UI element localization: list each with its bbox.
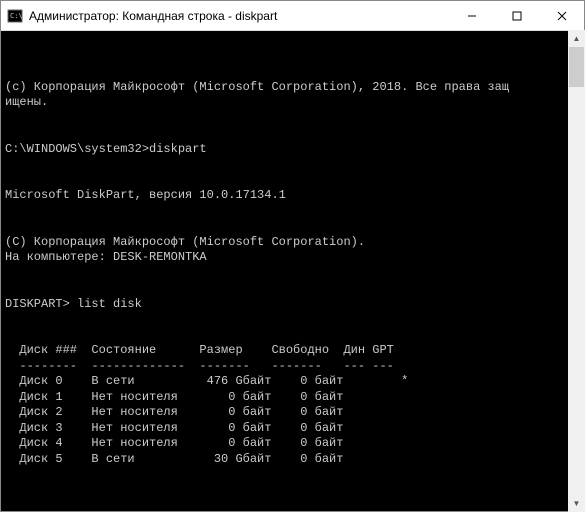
blank-line (5, 266, 567, 282)
terminal-area[interactable]: (c) Корпорация Майкрософт (Microsoft Cor… (1, 31, 584, 511)
window-frame: C:\ Администратор: Командная строка - di… (0, 0, 585, 512)
prompt-line: DISKPART> list disk (5, 297, 142, 311)
prompt: DISKPART> (5, 297, 77, 311)
version-line: Microsoft DiskPart, версия 10.0.17134.1 (5, 188, 286, 202)
svg-text:C:\: C:\ (10, 12, 23, 20)
window-title: Администратор: Командная строка - diskpa… (29, 9, 449, 23)
copyright-line: ищены. (5, 95, 48, 109)
titlebar[interactable]: C:\ Администратор: Командная строка - di… (1, 1, 584, 31)
maximize-button[interactable] (494, 1, 539, 30)
blank-line (5, 157, 567, 173)
blank-line (5, 111, 567, 127)
prompt-line: C:\WINDOWS\system32>diskpart (5, 142, 207, 156)
scroll-up-button[interactable]: ▲ (568, 30, 585, 47)
minimize-button[interactable] (449, 1, 494, 30)
corp-copyright-line: (C) Корпорация Майкрософт (Microsoft Cor… (5, 235, 365, 249)
disk-table: Диск ### Состояние Размер Свободно Дин G… (5, 343, 567, 467)
scrollbar-thumb[interactable] (569, 47, 584, 87)
cmd-icon: C:\ (7, 8, 23, 24)
prompt: C:\WINDOWS\system32> (5, 142, 149, 156)
blank-line (5, 312, 567, 328)
window-controls (449, 1, 584, 30)
command: diskpart (149, 142, 207, 156)
command: list disk (77, 297, 142, 311)
close-button[interactable] (539, 1, 584, 30)
scrollbar[interactable]: ▲ ▼ (568, 30, 585, 512)
computer-line: На компьютере: DESK-REMONTKA (5, 250, 207, 264)
terminal-content: (c) Корпорация Майкрософт (Microsoft Cor… (5, 64, 567, 511)
blank-line (5, 483, 567, 499)
blank-line (5, 204, 567, 220)
copyright-line: (c) Корпорация Майкрософт (Microsoft Cor… (5, 80, 509, 94)
scroll-down-button[interactable]: ▼ (568, 495, 585, 512)
